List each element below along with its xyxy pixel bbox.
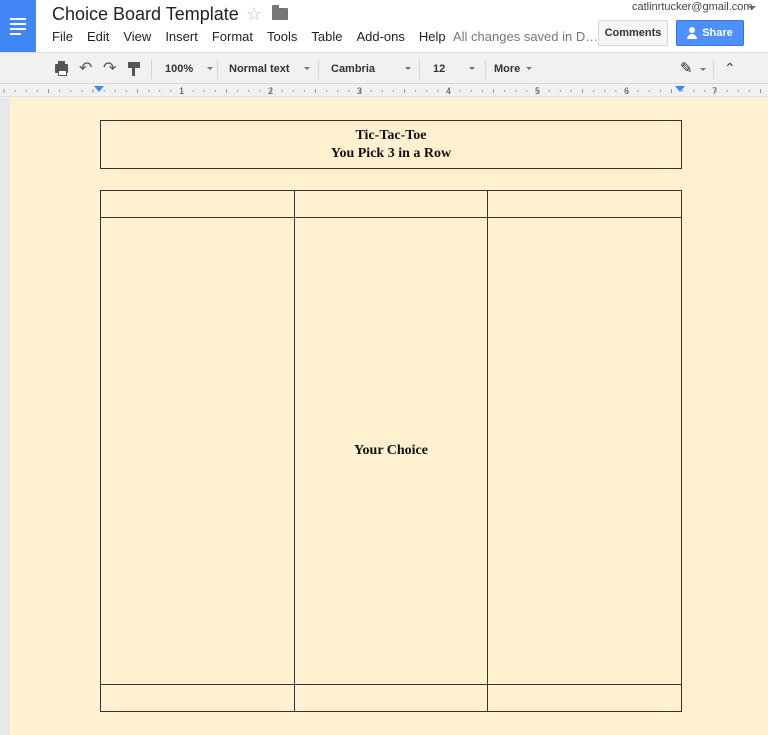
ruler-number: 4 [446,86,452,96]
zoom-select[interactable]: 100% [165,53,214,84]
chevron-down-icon[interactable] [748,6,756,10]
undo-icon[interactable]: ↶ [79,61,92,77]
more-button[interactable]: More [494,53,533,84]
document-title[interactable]: Choice Board Template [52,4,239,25]
board-cell-your-choice[interactable]: Your Choice [293,217,489,685]
ruler-number: 5 [535,86,541,96]
star-icon[interactable]: ☆ [246,4,262,24]
board-cell[interactable] [487,217,682,685]
comments-button[interactable]: Comments [598,20,668,46]
font-select[interactable]: Cambria [331,53,412,84]
board-cell[interactable] [487,189,682,219]
style-select[interactable]: Normal text [229,53,310,84]
menu-add-ons[interactable]: Add-ons [356,29,404,44]
print-icon[interactable] [55,61,68,76]
ruler-number: 1 [179,86,185,96]
toolbar-divider [217,59,218,79]
share-button[interactable]: Share [676,20,744,46]
save-status[interactable]: All changes saved in D… [453,29,598,44]
more-label: More [494,62,521,75]
account-email[interactable]: catlinrtucker@gmail.com [632,1,753,13]
pencil-icon[interactable]: ✎ [680,61,693,77]
table-row [100,189,682,219]
document-canvas: Tic-Tac-Toe You Pick 3 in a Row Your Cho… [0,98,768,735]
menu-bar: File Edit View Insert Format Tools Table… [52,29,460,44]
chevron-down-icon[interactable] [700,68,706,71]
menu-view[interactable]: View [123,29,151,44]
board-cell[interactable] [100,217,295,685]
board-cell[interactable] [100,683,295,713]
menu-tools[interactable]: Tools [267,29,297,44]
redo-icon[interactable]: ↷ [103,61,116,77]
menu-format[interactable]: Format [212,29,253,44]
ruler-number: 7 [712,86,718,96]
share-button-label: Share [702,27,733,39]
menu-help[interactable]: Help [419,29,446,44]
chevron-down-icon [303,67,310,70]
board-cell[interactable] [100,189,295,219]
ruler[interactable]: 1 2 3 4 5 6 7 [0,85,768,97]
document-page[interactable]: Tic-Tac-Toe You Pick 3 in a Row Your Cho… [10,98,768,735]
board-subtitle: You Pick 3 in a Row [330,145,452,161]
choice-board-table[interactable]: Your Choice [100,189,682,713]
indent-marker-left[interactable] [94,86,104,92]
person-icon [687,27,698,39]
toolbar-divider [713,59,714,79]
board-cell[interactable] [293,189,489,219]
font-size-value: 12 [433,62,446,75]
board-cell[interactable] [293,683,489,713]
board-title: Tic-Tac-Toe [355,127,427,143]
toolbar-divider [318,59,319,79]
header: Choice Board Template ☆ File Edit View I… [0,0,768,52]
toolbar-divider [151,59,152,79]
zoom-value: 100% [165,62,194,75]
paint-format-icon[interactable] [128,62,140,76]
style-value: Normal text [229,62,290,75]
ruler-ticks [3,89,761,93]
font-value: Cambria [331,62,376,75]
chevron-down-icon [469,67,476,70]
toolbar-divider [485,59,486,79]
board-title-box[interactable]: Tic-Tac-Toe You Pick 3 in a Row [100,120,682,169]
menu-table[interactable]: Table [311,29,342,44]
menu-edit[interactable]: Edit [87,29,109,44]
collapse-icon[interactable]: ⌃ [724,59,736,77]
table-row: Your Choice [100,217,682,685]
board-cell[interactable] [487,683,682,713]
menu-insert[interactable]: Insert [165,29,198,44]
table-row [100,683,682,713]
font-size-select[interactable]: 12 [433,53,476,84]
ruler-number: 6 [624,86,630,96]
chevron-down-icon [405,67,412,70]
docs-menu-icon[interactable] [0,0,36,52]
ruler-number: 3 [357,86,363,96]
chevron-down-icon [526,67,533,70]
ruler-number: 2 [268,86,274,96]
toolbar-divider [419,59,420,79]
folder-icon[interactable] [272,5,288,20]
toolbar: ↶ ↷ 100% Normal text Cambria 12 More ✎ ⌃ [0,52,768,84]
chevron-down-icon [207,67,214,70]
menu-file[interactable]: File [52,29,73,44]
indent-marker-right[interactable] [675,86,685,92]
